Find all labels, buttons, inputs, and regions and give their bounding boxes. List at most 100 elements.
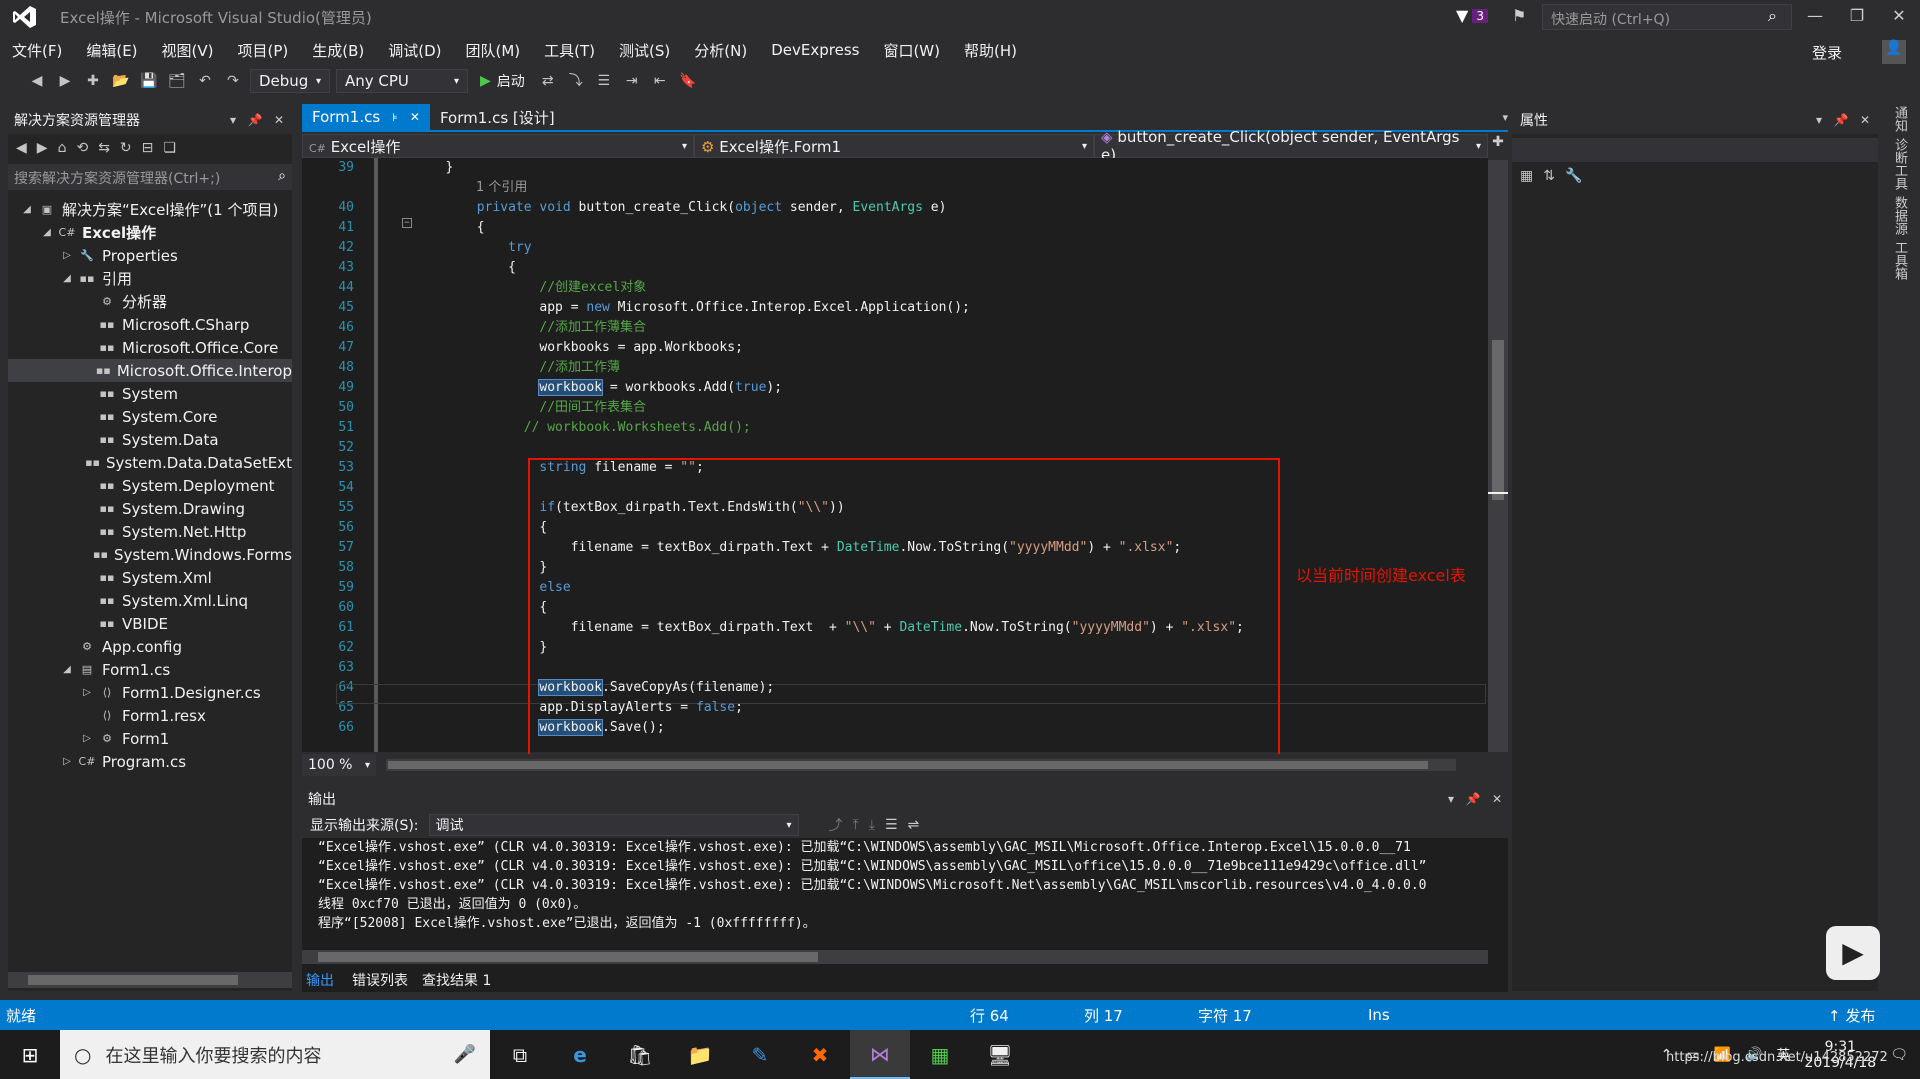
search-icon[interactable]: ⌕ bbox=[1768, 6, 1777, 26]
scrollbar-thumb[interactable] bbox=[318, 952, 818, 962]
tree-item[interactable]: ▪▪ System.Xml.Linq bbox=[8, 589, 292, 612]
close-icon[interactable]: ✕ bbox=[274, 113, 284, 127]
notifications[interactable]: ▼ 3 bbox=[1456, 6, 1488, 25]
horizontal-scrollbar[interactable] bbox=[8, 972, 292, 988]
store-icon[interactable]: 🛍 bbox=[610, 1030, 670, 1079]
microphone-icon[interactable]: 🎤 bbox=[454, 1044, 476, 1065]
video-player-icon[interactable]: ▶ bbox=[1826, 926, 1880, 980]
dropdown-icon[interactable]: ▾ bbox=[230, 113, 236, 127]
pin-icon[interactable]: ⊧ bbox=[392, 111, 398, 124]
word-wrap-icon[interactable]: ⇌ bbox=[908, 817, 920, 833]
menu-item-11[interactable]: 窗口(W) bbox=[871, 40, 952, 61]
tree-item[interactable]: ▪▪ System.Core bbox=[8, 405, 292, 428]
search-icon[interactable]: ⌕ bbox=[278, 168, 286, 186]
close-icon[interactable]: ✕ bbox=[410, 110, 420, 124]
collapse-all-icon[interactable]: ⊟ bbox=[142, 140, 154, 156]
tree-item[interactable]: ◢ ▤ Form1.cs bbox=[8, 658, 292, 681]
tree-item[interactable]: ⟨⟩ Form1.resx bbox=[8, 704, 292, 727]
save-icon[interactable]: 💾 bbox=[138, 70, 160, 92]
expand-arrow-icon[interactable]: ◢ bbox=[60, 273, 74, 284]
menu-item-3[interactable]: 项目(P) bbox=[226, 40, 301, 61]
open-file-icon[interactable]: 📂 bbox=[110, 70, 132, 92]
start-button[interactable]: ▶ 启动 bbox=[474, 71, 531, 91]
tree-item[interactable]: ▪▪ System bbox=[8, 382, 292, 405]
expand-arrow-icon[interactable]: ▷ bbox=[80, 687, 94, 698]
account-avatar-icon[interactable]: 👤 bbox=[1882, 40, 1906, 64]
rail-tab[interactable]: 工具箱 bbox=[1890, 241, 1909, 280]
minimize-icon[interactable]: — bbox=[1802, 6, 1828, 28]
redo-icon[interactable]: ↷ bbox=[222, 70, 244, 92]
menu-item-10[interactable]: DevExpress bbox=[759, 41, 871, 59]
expand-arrow-icon[interactable]: ◢ bbox=[60, 664, 74, 675]
tree-item[interactable]: ▪▪ System.Data bbox=[8, 428, 292, 451]
rail-tab[interactable]: 数据源 bbox=[1890, 196, 1909, 235]
sync-icon[interactable]: ⇆ bbox=[98, 140, 110, 156]
tree-item[interactable]: ▷ ⚙ Form1 bbox=[8, 727, 292, 750]
member-dropdown[interactable]: ◈ button_create_Click(object sender, Eve… bbox=[1094, 128, 1488, 164]
task-view-icon[interactable]: ⧉ bbox=[490, 1030, 550, 1079]
rail-tab[interactable]: 诊断工具 bbox=[1890, 138, 1909, 190]
split-editor-icon[interactable]: ✚ bbox=[1488, 134, 1508, 158]
tree-item[interactable]: ▪▪ System.Net.Http bbox=[8, 520, 292, 543]
taskbar-search-input[interactable]: ○ 在这里输入你要搜索的内容 🎤 bbox=[60, 1030, 490, 1079]
tab-form1-cs[interactable]: Form1.cs ⊧ ✕ bbox=[302, 104, 430, 130]
remote-desktop-icon[interactable]: 🖥 bbox=[970, 1030, 1030, 1079]
notification-center-icon[interactable]: 🗨 bbox=[1890, 1047, 1908, 1063]
editor-vertical-scrollbar[interactable] bbox=[1488, 160, 1508, 752]
back-icon[interactable]: ◀ bbox=[26, 70, 48, 92]
restore-icon[interactable]: ❐ bbox=[1844, 6, 1870, 28]
menu-item-2[interactable]: 视图(V) bbox=[150, 40, 226, 61]
edge-browser-icon[interactable]: e bbox=[550, 1030, 610, 1079]
menu-item-7[interactable]: 工具(T) bbox=[532, 40, 607, 61]
zoom-select[interactable]: 100 % ▾ bbox=[302, 754, 376, 776]
scrollbar-thumb[interactable] bbox=[388, 761, 1428, 769]
tab-error-list[interactable]: 错误列表 bbox=[352, 970, 408, 990]
codelens-references[interactable]: 1 个引用 bbox=[422, 178, 1244, 198]
alphabetical-icon[interactable]: ⇅ bbox=[1543, 168, 1555, 184]
save-all-icon[interactable]: 🗂 bbox=[166, 70, 188, 92]
menu-item-4[interactable]: 生成(B) bbox=[300, 40, 376, 61]
menu-item-6[interactable]: 团队(M) bbox=[454, 40, 533, 61]
tab-form1-design[interactable]: Form1.cs [设计] bbox=[430, 104, 565, 130]
tree-item[interactable]: ▷ 🔧 Properties bbox=[8, 244, 292, 267]
menu-item-1[interactable]: 编辑(E) bbox=[74, 40, 149, 61]
close-icon[interactable]: ✕ bbox=[1886, 6, 1912, 28]
new-project-icon[interactable]: ✚ bbox=[82, 70, 104, 92]
tree-item[interactable]: ◢ C# Excel操作 bbox=[8, 221, 292, 244]
menu-item-9[interactable]: 分析(N) bbox=[682, 40, 759, 61]
tree-item[interactable]: ⚙ App.config bbox=[8, 635, 292, 658]
project-dropdown[interactable]: C# Excel操作 ▾ bbox=[302, 134, 694, 158]
tree-item[interactable]: ▷ C# Program.cs bbox=[8, 750, 292, 773]
outdent-icon[interactable]: ⇤ bbox=[649, 70, 671, 92]
scrollbar-thumb[interactable] bbox=[28, 975, 238, 985]
class-dropdown[interactable]: ⚙ Excel操作.Form1 ▾ bbox=[694, 134, 1094, 158]
tree-item[interactable]: ▪▪ Microsoft.Office.Core bbox=[8, 336, 292, 359]
dropdown-icon[interactable]: ▾ bbox=[1816, 113, 1822, 127]
dropdown-icon[interactable]: ▾ bbox=[1448, 792, 1454, 806]
expand-arrow-icon[interactable]: ◢ bbox=[20, 204, 34, 215]
find-message-icon[interactable]: ⤴ bbox=[829, 815, 843, 835]
quick-launch-input[interactable]: 快速启动 (Ctrl+Q) bbox=[1542, 4, 1792, 30]
tab-output[interactable]: 输出 bbox=[302, 970, 338, 990]
clear-all-icon[interactable]: ☰ bbox=[885, 817, 898, 833]
browser-link-icon[interactable]: ⇄ bbox=[537, 70, 559, 92]
close-icon[interactable]: ✕ bbox=[1492, 792, 1502, 806]
close-icon[interactable]: ✕ bbox=[1860, 113, 1870, 127]
tab-list-dropdown-icon[interactable]: ▾ bbox=[1502, 111, 1508, 130]
tree-item[interactable]: ▪▪ VBIDE bbox=[8, 612, 292, 635]
publish-button[interactable]: ↑ 发布 bbox=[1828, 1005, 1875, 1026]
expand-arrow-icon[interactable]: ◢ bbox=[40, 227, 54, 238]
show-files-icon[interactable]: ❏ bbox=[163, 140, 176, 156]
forward-icon[interactable]: ▶ bbox=[37, 140, 48, 156]
login-link[interactable]: 登录 bbox=[1812, 42, 1842, 63]
undo-icon[interactable]: ↶ bbox=[194, 70, 216, 92]
file-explorer-icon[interactable]: 📁 bbox=[670, 1030, 730, 1079]
tree-item[interactable]: ◢ ▪▪ 引用 bbox=[8, 267, 292, 290]
next-message-icon[interactable]: ⤓ bbox=[869, 817, 875, 833]
prev-message-icon[interactable]: ⤒ bbox=[853, 817, 859, 833]
expand-arrow-icon[interactable]: ▷ bbox=[60, 250, 74, 261]
back-icon[interactable]: ◀ bbox=[16, 140, 27, 156]
tree-item[interactable]: ◢ ▣ 解决方案“Excel操作”(1 个项目) bbox=[8, 198, 292, 221]
menu-item-8[interactable]: 测试(S) bbox=[607, 40, 682, 61]
visual-studio-taskbar-icon[interactable]: ⋈ bbox=[850, 1030, 910, 1079]
